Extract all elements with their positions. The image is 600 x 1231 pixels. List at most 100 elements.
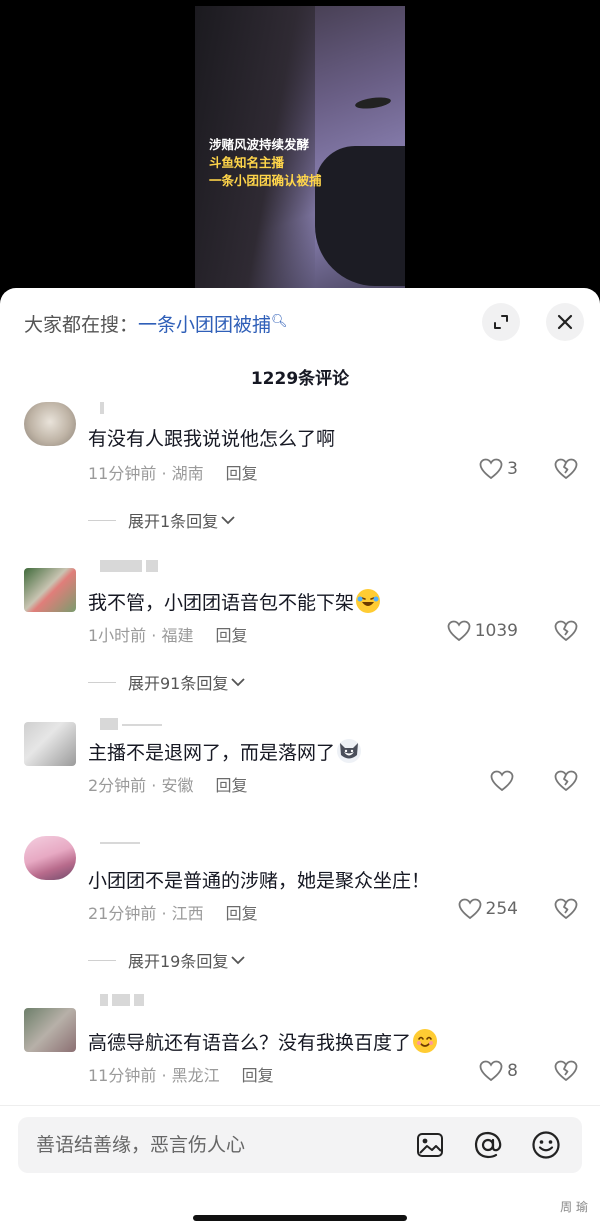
like-button[interactable]: 254 — [458, 898, 518, 920]
chevron-down-icon — [231, 956, 246, 965]
comment-text: 高德导航还有语音么？没有我换百度了 — [88, 1028, 438, 1055]
expand-replies-label: 展开19条回复 — [128, 952, 229, 971]
trending-search-prefix: 大家都在搜： — [24, 314, 139, 336]
at-icon — [474, 1131, 502, 1159]
like-count: 3 — [507, 459, 518, 479]
broken-heart-icon — [554, 770, 578, 791]
watermark: 周 瑜 — [560, 1198, 588, 1215]
comment-text: 有没有人跟我说说他怎么了啊 — [88, 428, 336, 450]
comment-meta: 11分钟前 · 湖南 回复 — [88, 464, 258, 483]
caption-line-1: 涉赌风波持续发酵 — [209, 137, 310, 152]
reply-button[interactable]: 回复 — [215, 776, 247, 795]
search-icon: 🔍︎ — [271, 314, 288, 329]
broken-heart-icon — [554, 898, 578, 919]
broken-heart-icon — [554, 1060, 578, 1081]
comment-input[interactable] — [36, 1117, 396, 1173]
dislike-button[interactable] — [554, 620, 578, 646]
close-icon — [557, 314, 573, 330]
comment-location: 江西 — [171, 904, 204, 923]
broken-heart-icon — [554, 620, 578, 641]
trending-search-link[interactable]: 一条小团团被捕 — [138, 314, 271, 336]
username-blurred — [100, 836, 140, 850]
reply-button[interactable]: 回复 — [215, 626, 247, 645]
expand-replies[interactable]: 展开1条回复 — [88, 508, 236, 532]
divider — [88, 959, 116, 961]
comment-meta: 2分钟前 · 安徽 回复 — [88, 776, 248, 795]
close-button[interactable] — [546, 303, 584, 341]
divider — [88, 681, 116, 683]
image-button[interactable] — [414, 1129, 446, 1161]
broken-heart-icon — [554, 458, 578, 479]
like-count: 1039 — [474, 621, 518, 641]
emoji-button[interactable] — [530, 1129, 562, 1161]
video-frame-eye — [354, 95, 392, 111]
expand-button[interactable] — [482, 303, 520, 341]
comment-location: 黑龙江 — [171, 1066, 220, 1085]
heart-icon — [447, 620, 471, 642]
expand-replies[interactable]: 展开19条回复 — [88, 948, 246, 972]
dislike-button[interactable] — [554, 458, 578, 484]
avatar[interactable] — [24, 402, 76, 446]
like-button[interactable]: 8 — [479, 1060, 518, 1082]
heart-icon — [458, 898, 481, 920]
reply-button[interactable]: 回复 — [226, 904, 258, 923]
like-button[interactable]: 3 — [479, 458, 518, 480]
watermark-text: 周 瑜 — [560, 1200, 588, 1214]
expand-replies-label: 展开91条回复 — [128, 674, 229, 693]
reply-button[interactable]: 回复 — [242, 1066, 274, 1085]
comment-meta: 1小时前 · 福建 回复 — [88, 626, 248, 645]
username-blurred — [100, 994, 144, 1008]
dog-emoji-icon — [337, 739, 362, 763]
home-indicator[interactable] — [193, 1215, 407, 1221]
like-count: 8 — [507, 1061, 518, 1081]
heart-icon — [490, 770, 514, 792]
comment-text-body: 我不管，小团团语音包不能下架 — [88, 592, 355, 614]
comment-location: 福建 — [161, 626, 194, 645]
username-blurred — [100, 402, 104, 416]
username-blurred — [100, 560, 158, 574]
comment-meta: 11分钟前 · 黑龙江 回复 — [88, 1066, 274, 1085]
expand-replies[interactable]: 展开91条回复 — [88, 670, 246, 694]
comment-time: 2分钟前 — [88, 776, 147, 795]
heart-icon — [479, 458, 503, 480]
comment-time: 11分钟前 — [88, 1066, 157, 1085]
caption-line-3: 一条小团团确认被捕 — [209, 173, 322, 188]
reply-button[interactable]: 回复 — [226, 464, 258, 483]
comment-text-body: 高德导航还有语音么？没有我换百度了 — [88, 1032, 412, 1054]
like-count: 254 — [485, 899, 518, 919]
comment-location: 湖南 — [171, 464, 204, 483]
dislike-button[interactable] — [554, 770, 578, 796]
dislike-button[interactable] — [554, 898, 578, 924]
comment-meta: 21分钟前 · 江西 回复 — [88, 904, 258, 923]
comment-text: 主播不是退网了，而是落网了 — [88, 738, 362, 765]
comment-location: 安徽 — [161, 776, 194, 795]
comment-text: 我不管，小团团语音包不能下架 — [88, 588, 381, 615]
laughing-emoji-icon — [356, 589, 381, 613]
like-button[interactable] — [490, 770, 518, 792]
avatar[interactable] — [24, 568, 76, 612]
comment-input-bar — [18, 1117, 582, 1173]
username-blurred — [100, 718, 162, 732]
dislike-button[interactable] — [554, 1060, 578, 1086]
video-player[interactable]: 涉赌风波持续发酵 斗鱼知名主播 一条小团团确认被捕 — [195, 6, 405, 288]
comment-text-body: 主播不是退网了，而是落网了 — [88, 742, 336, 764]
trending-search[interactable]: 大家都在搜：一条小团团被捕🔍︎ — [24, 310, 288, 337]
smiley-icon — [532, 1131, 560, 1159]
like-button[interactable]: 1039 — [447, 620, 518, 642]
avatar[interactable] — [24, 1008, 76, 1052]
blushing-smile-emoji-icon — [413, 1029, 438, 1053]
avatar[interactable] — [24, 836, 76, 880]
video-caption: 涉赌风波持续发酵 斗鱼知名主播 一条小团团确认被捕 — [209, 136, 322, 190]
chevron-down-icon — [221, 516, 235, 525]
video-frame-mask — [315, 146, 405, 286]
comment-sheet: 大家都在搜：一条小团团被捕🔍︎ 1229条评论 有没有人跟我说说他怎么了啊 11… — [0, 288, 600, 1231]
comment-count: 1229条评论 — [250, 369, 350, 389]
divider — [88, 519, 116, 521]
expand-replies-label: 展开1条回复 — [128, 512, 219, 531]
comment-time: 1小时前 — [88, 626, 147, 645]
avatar[interactable] — [24, 722, 76, 766]
mention-button[interactable] — [472, 1129, 504, 1161]
comment-time: 11分钟前 — [88, 464, 157, 483]
chevron-down-icon — [231, 678, 246, 687]
heart-icon — [479, 1060, 503, 1082]
